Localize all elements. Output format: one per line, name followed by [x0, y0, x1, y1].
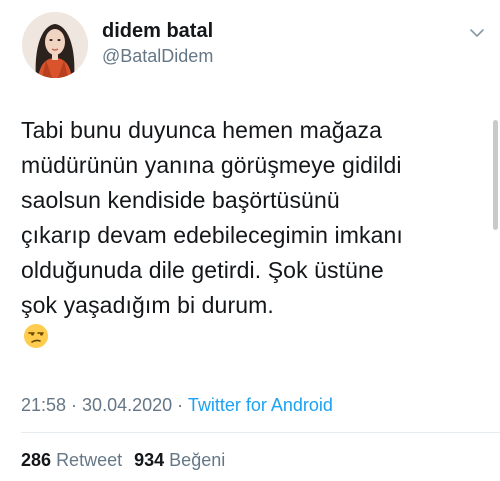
tweet-line: şok yaşadığım bi durum. — [21, 292, 274, 318]
avatar-illustration — [22, 12, 88, 78]
user-handle[interactable]: @BatalDidem — [102, 44, 213, 68]
retweet-label[interactable]: Retweet — [56, 450, 122, 470]
unamused-face-icon — [23, 323, 49, 349]
retweet-count[interactable]: 286 — [21, 450, 51, 470]
tweet-line: çıkarıp devam edebilecegimin imkanı — [21, 222, 403, 248]
tweet-line: Tabi bunu duyunca hemen mağaza — [21, 117, 383, 143]
display-name[interactable]: didem batal — [102, 18, 213, 44]
tweet-header: didem batal @BatalDidem — [20, 12, 490, 82]
divider — [21, 432, 500, 433]
tweet-source-link[interactable]: Twitter for Android — [188, 395, 333, 415]
tweet-last-line: şok yaşadığım bi durum. — [21, 288, 481, 349]
like-label[interactable]: Beğeni — [169, 450, 225, 470]
tweet-date: 30.04.2020 — [82, 395, 173, 415]
tweet-meta: 21:58 · 30.04.2020 · Twitter for Android — [21, 393, 333, 417]
meta-separator: · — [172, 395, 188, 415]
tweet-time: 21:58 — [21, 395, 67, 415]
chevron-down-icon[interactable] — [468, 24, 486, 42]
tweet-text: Tabi bunu duyunca hemen mağaza müdürünün… — [21, 113, 481, 349]
avatar[interactable] — [22, 12, 88, 78]
tweet-stats: 286 Retweet 934 Beğeni — [21, 448, 225, 472]
tweet-line: müdürünün yanına görüşmeye gidildi — [21, 152, 402, 178]
like-count[interactable]: 934 — [134, 450, 164, 470]
scrollbar[interactable] — [493, 120, 498, 230]
tweet-line: olduğunuda dile getirdi. Şok üstüne — [21, 257, 384, 283]
tweet-line: saolsun kendiside başörtüsünü — [21, 187, 340, 213]
user-names: didem batal @BatalDidem — [102, 18, 213, 68]
meta-separator: · — [66, 395, 83, 415]
